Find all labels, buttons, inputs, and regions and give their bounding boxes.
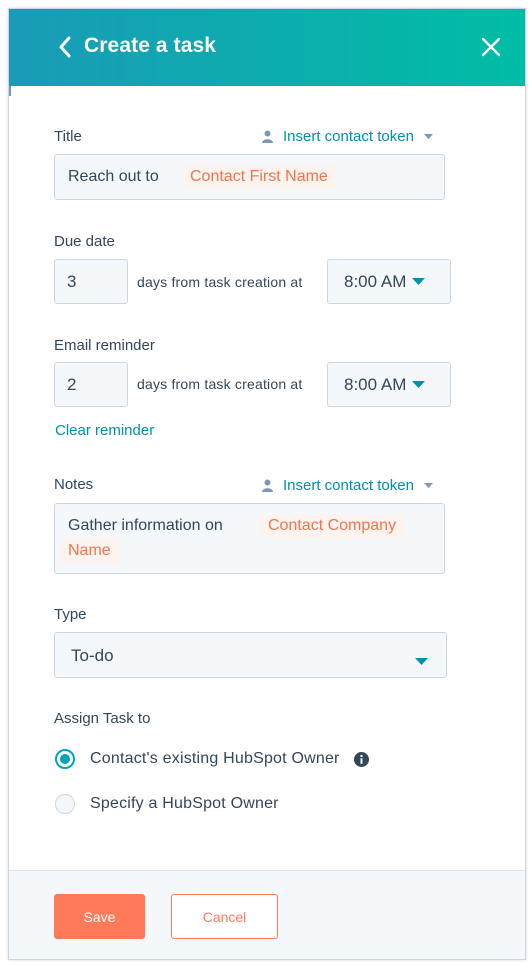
notes-field[interactable]: Gather information on Contact Company Na…	[54, 503, 445, 574]
panel-footer: Save Cancel	[9, 870, 525, 959]
caret-down-icon	[423, 134, 433, 139]
title-field[interactable]: Reach out to Contact First Name	[54, 154, 445, 200]
caret-down-icon	[423, 483, 433, 488]
radio-existing-owner-label: Contact's existing HubSpot Owner	[90, 750, 340, 767]
create-task-panel: Create a task Title Insert contact token…	[8, 8, 526, 960]
caret-down-icon	[412, 381, 426, 388]
insert-token-label: Insert contact token	[283, 128, 414, 145]
notes-insert-token-link[interactable]: Insert contact token	[262, 477, 433, 494]
title-label: Title	[54, 128, 82, 145]
type-select[interactable]: To-do	[54, 632, 447, 678]
save-button[interactable]: Save	[54, 894, 145, 939]
due-date-label: Due date	[54, 233, 115, 250]
info-icon[interactable]	[353, 751, 369, 767]
notes-text: Gather information on	[68, 517, 223, 534]
person-icon	[262, 479, 273, 492]
due-date-days-input[interactable]: 3	[54, 259, 128, 304]
due-date-days-text: days from task creation at	[137, 274, 303, 290]
notes-label: Notes	[54, 476, 94, 493]
title-insert-token-link[interactable]: Insert contact token	[262, 128, 433, 145]
clear-reminder-link[interactable]: Clear reminder	[55, 422, 154, 439]
radio-specify-owner-label: Specify a HubSpot Owner	[90, 795, 279, 812]
due-date-time-value: 8:00 AM	[344, 271, 407, 291]
assign-task-label: Assign Task to	[54, 710, 151, 727]
person-icon	[262, 130, 273, 143]
accent-divider	[9, 86, 11, 96]
panel-header: Create a task	[9, 9, 525, 86]
due-date-time-select[interactable]: 8:00 AM	[327, 259, 451, 304]
email-reminder-time-select[interactable]: 8:00 AM	[327, 362, 451, 407]
chevron-left-icon[interactable]	[55, 33, 75, 61]
insert-token-label: Insert contact token	[283, 477, 414, 494]
contact-company-name-token-wrap[interactable]: Name	[60, 539, 119, 563]
type-label: Type	[54, 606, 87, 623]
panel-title: Create a task	[84, 34, 217, 57]
title-text: Reach out to	[68, 168, 159, 185]
email-reminder-label: Email reminder	[54, 337, 155, 354]
caret-down-icon	[415, 652, 428, 670]
radio-button-selected[interactable]	[55, 749, 75, 769]
cancel-button[interactable]: Cancel	[171, 894, 278, 939]
contact-company-name-token[interactable]: Contact Company	[260, 514, 405, 538]
caret-down-icon	[412, 278, 426, 285]
email-reminder-time-value: 8:00 AM	[344, 374, 407, 394]
radio-button-unselected[interactable]	[55, 794, 75, 814]
radio-specify-owner[interactable]: Specify a HubSpot Owner	[55, 794, 279, 814]
type-selected-value: To-do	[71, 646, 114, 665]
close-icon[interactable]	[477, 33, 505, 61]
contact-first-name-token[interactable]: Contact First Name	[182, 165, 336, 189]
email-reminder-days-text: days from task creation at	[137, 376, 303, 392]
radio-existing-owner[interactable]: Contact's existing HubSpot Owner	[55, 749, 369, 769]
email-reminder-days-input[interactable]: 2	[54, 362, 128, 407]
